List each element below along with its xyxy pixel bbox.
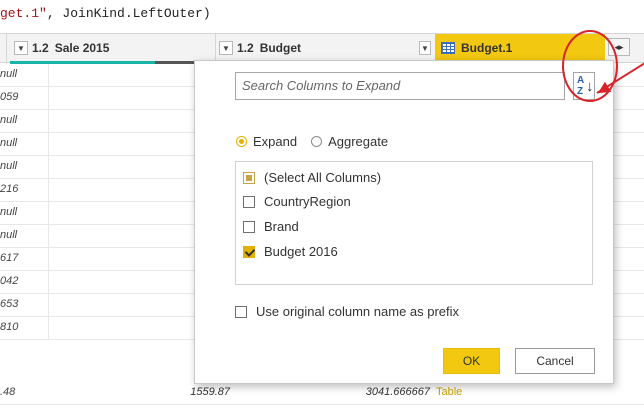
cell: .48 (0, 386, 16, 398)
chevron-down-icon[interactable]: ▼ (14, 41, 28, 55)
cell: null (0, 206, 18, 218)
cell: null (0, 137, 18, 149)
cell: 653 (0, 298, 19, 310)
item-label: Brand (264, 219, 299, 234)
checkbox-countryregion[interactable] (243, 195, 255, 208)
list-item-countryregion[interactable]: CountryRegion (243, 194, 351, 209)
cell: null (0, 114, 18, 126)
item-label: (Select All Columns) (264, 170, 382, 185)
prefix-label: Use original column name as prefix (256, 304, 460, 319)
columns-list: (Select All Columns) CountryRegion Brand… (235, 161, 593, 285)
cell-budget1-table-link[interactable]: Table (436, 386, 462, 398)
cell: null (0, 68, 18, 80)
formula-string: get.1" (0, 6, 47, 21)
cancel-button[interactable]: Cancel (515, 348, 595, 374)
cell: 216 (0, 183, 19, 195)
chevron-down-icon[interactable]: ▼ (219, 41, 233, 55)
column-title: Budget.1 (461, 41, 513, 55)
cell: 059 (0, 91, 19, 103)
cell-budget: 3041.666667 (365, 386, 430, 398)
expand-columns-popup: Search Columns to Expand A Z ↓ Expand Ag… (194, 60, 614, 384)
item-label: Budget 2016 (264, 244, 338, 259)
column-type-label[interactable]: 1.2 (32, 41, 49, 55)
checkbox-brand[interactable] (243, 220, 255, 233)
list-item-brand[interactable]: Brand (243, 219, 299, 234)
radio-aggregate[interactable] (311, 136, 323, 147)
column-header-budget[interactable]: ▼ 1.2 Budget (215, 34, 416, 62)
formula-rest: , JoinKind.LeftOuter) (46, 6, 211, 21)
checkbox-select-all[interactable] (243, 171, 255, 184)
cell-sale-2015: 1559.87 (190, 386, 230, 398)
mode-radio-group: Expand Aggregate (236, 134, 402, 149)
formula-bar[interactable]: get.1", JoinKind.LeftOuter) (0, 0, 644, 32)
prefix-option[interactable]: Use original column name as prefix (235, 304, 459, 319)
column-type-label[interactable]: 1.2 (237, 41, 254, 55)
item-label: CountryRegion (264, 194, 351, 209)
radio-expand[interactable] (236, 136, 247, 147)
list-item-budget-2016[interactable]: Budget 2016 (243, 244, 338, 259)
column-dropdown-budget1[interactable]: ▼ (415, 34, 436, 62)
column-header-row: ▼ 1.2 Sale 2015 ▼ 1.2 Budget ▼ Budget.1 (0, 33, 644, 63)
checkbox-budget-2016[interactable] (243, 245, 255, 258)
radio-aggregate-label[interactable]: Aggregate (328, 134, 388, 149)
radio-expand-label[interactable]: Expand (253, 134, 297, 149)
cell: null (0, 229, 18, 241)
table-row: .48 1559.87 3041.666667 Table (0, 382, 644, 405)
column-title: Sale 2015 (54, 41, 110, 55)
cell: null (0, 160, 18, 172)
checkbox-use-prefix[interactable] (235, 305, 247, 318)
cell: 810 (0, 321, 19, 333)
formula-text: get.1", JoinKind.LeftOuter) (0, 6, 211, 21)
header-first-stub (0, 34, 7, 62)
list-item-select-all[interactable]: (Select All Columns) (243, 170, 381, 185)
chevron-down-icon[interactable]: ▼ (419, 41, 431, 55)
cell: 042 (0, 275, 19, 287)
ok-button[interactable]: OK (443, 348, 500, 374)
table-icon (441, 42, 455, 54)
column-header-sale-2015[interactable]: ▼ 1.2 Sale 2015 (10, 34, 216, 62)
search-columns-input[interactable]: Search Columns to Expand (235, 72, 565, 100)
cell: 617 (0, 252, 19, 264)
column-title: Budget (259, 41, 302, 55)
